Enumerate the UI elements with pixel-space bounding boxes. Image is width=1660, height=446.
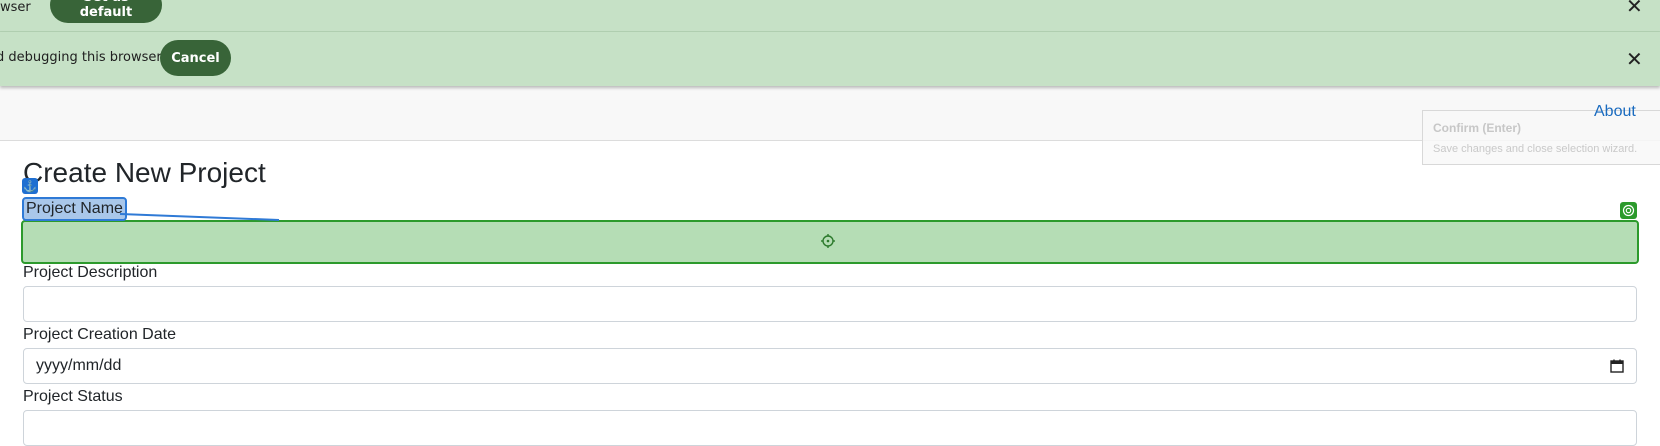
tooltip-subtitle: Save changes and close selection wizard. — [1433, 143, 1638, 155]
project-description-input[interactable] — [23, 286, 1637, 322]
project-creation-date-input[interactable]: yyyy/mm/dd — [23, 348, 1637, 384]
target-icon[interactable] — [1620, 202, 1637, 219]
about-link[interactable]: About — [1594, 103, 1636, 121]
project-status-label: Project Status — [23, 388, 123, 405]
project-description-label: Project Description — [23, 264, 158, 281]
close-icon[interactable]: ✕ — [1626, 49, 1643, 69]
crosshair-icon — [821, 234, 835, 248]
calendar-icon[interactable] — [1610, 359, 1624, 373]
close-icon[interactable]: ✕ — [1626, 0, 1643, 16]
project-creation-date-label: Project Creation Date — [23, 326, 176, 343]
connector-line — [119, 213, 280, 221]
tooltip-title: Confirm (Enter) — [1433, 121, 1521, 135]
project-status-input[interactable] — [23, 410, 1637, 446]
date-placeholder: yyyy/mm/dd — [36, 357, 122, 374]
anchor-icon[interactable]: ⚓ — [22, 178, 38, 194]
